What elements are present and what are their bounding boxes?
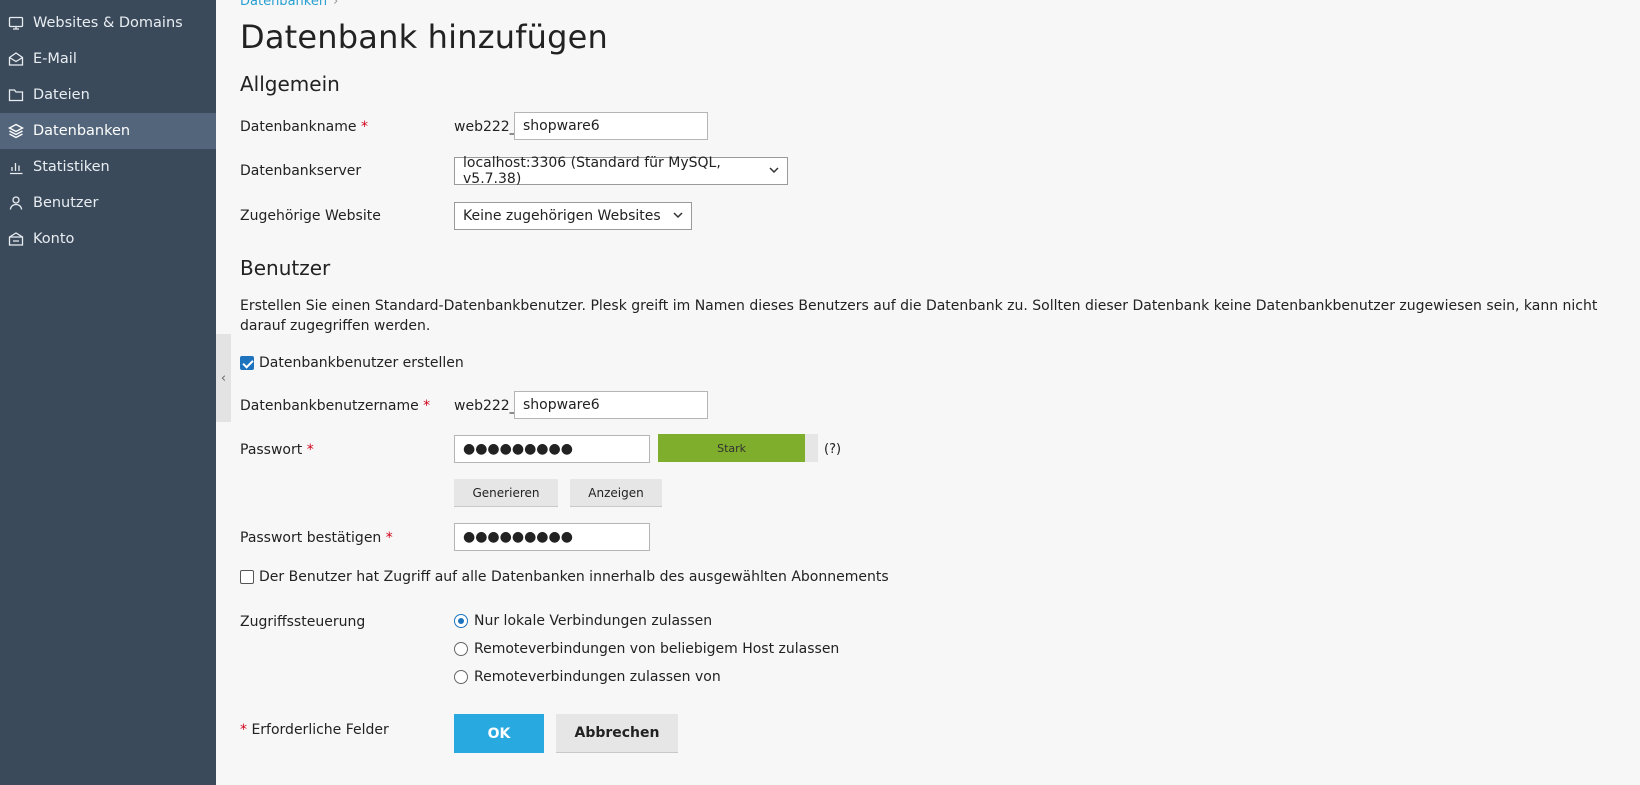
radio-remote-any-host-label[interactable]: Remoteverbindungen von beliebigem Host z… (474, 641, 839, 657)
sidebar-item-label: Benutzer (33, 195, 99, 211)
db-server-selected-value: localhost:3306 (Standard für MySQL, v5.7… (463, 155, 721, 187)
password-strength-fill: Stark (658, 434, 806, 462)
breadcrumb-separator: › (333, 0, 339, 9)
breadcrumb-link-databases[interactable]: Datenbanken (240, 0, 327, 9)
sidebar-item-databases[interactable]: Datenbanken (0, 113, 216, 149)
password-help-link[interactable]: (?) (824, 442, 841, 457)
confirm-password-input[interactable] (454, 523, 650, 551)
password-strength-label: Stark (717, 441, 747, 455)
chevron-down-icon (769, 167, 779, 174)
radio-local-only[interactable] (454, 614, 468, 628)
sidebar-item-files[interactable]: Dateien (0, 77, 216, 113)
required-mark: * (423, 398, 431, 414)
show-password-button[interactable]: Anzeigen (570, 479, 662, 507)
db-server-select[interactable]: localhost:3306 (Standard für MySQL, v5.7… (454, 155, 788, 187)
sidebar-item-users[interactable]: Benutzer (0, 185, 216, 221)
sidebar: Websites & Domains E-Mail Dateien Datenb… (0, 0, 216, 785)
section-heading-general: Allgemein (240, 72, 340, 96)
monitor-icon (8, 15, 24, 31)
ok-button[interactable]: OK (454, 714, 544, 753)
radio-remote-from[interactable] (454, 670, 468, 684)
db-name-input[interactable] (514, 112, 708, 140)
required-mark: * (360, 119, 368, 135)
mail-icon (8, 51, 24, 67)
user-description: Erstellen Sie einen Standard-Datenbankbe… (240, 298, 1598, 334)
username-prefix: web222_ (454, 398, 517, 414)
sidebar-item-statistics[interactable]: Statistiken (0, 149, 216, 185)
db-name-label: Datenbankname * (240, 119, 368, 135)
radio-local-only-label[interactable]: Nur lokale Verbindungen zulassen (474, 613, 712, 629)
password-label: Passwort * (240, 442, 314, 458)
generate-password-button[interactable]: Generieren (454, 479, 558, 507)
db-server-label: Datenbankserver (240, 163, 362, 179)
required-mark: * (385, 530, 393, 546)
folder-icon (8, 87, 24, 103)
sidebar-item-label: Websites & Domains (33, 15, 183, 31)
user-icon (8, 195, 24, 211)
db-name-prefix: web222_ (454, 119, 517, 135)
confirm-password-label: Passwort bestätigen * (240, 530, 393, 546)
username-label: Datenbankbenutzername * (240, 398, 431, 414)
sidebar-item-email[interactable]: E-Mail (0, 41, 216, 77)
bar-chart-icon (8, 159, 24, 175)
website-selected-value: Keine zugehörigen Websites (463, 208, 661, 224)
sidebar-item-label: Dateien (33, 87, 90, 103)
sidebar-item-websites-domains[interactable]: Websites & Domains (0, 5, 216, 41)
account-icon (8, 231, 24, 247)
create-user-label[interactable]: Datenbankbenutzer erstellen (259, 355, 464, 371)
breadcrumb: Datenbanken › (240, 0, 338, 9)
database-icon (8, 123, 24, 139)
sidebar-item-account[interactable]: Konto (0, 221, 216, 257)
page-title: Datenbank hinzufügen (240, 18, 609, 56)
password-input[interactable] (454, 435, 650, 463)
website-label: Zugehörige Website (240, 208, 381, 224)
all-databases-access-checkbox[interactable] (240, 570, 254, 584)
chevron-down-icon (673, 212, 683, 219)
create-user-checkbox[interactable] (240, 356, 254, 370)
all-databases-access-label[interactable]: Der Benutzer hat Zugriff auf alle Datenb… (259, 569, 889, 585)
chevron-left-icon: ‹ (220, 370, 227, 386)
sidebar-collapse-handle[interactable]: ‹ (216, 334, 231, 422)
required-fields-note: * Erforderliche Felder (240, 722, 389, 738)
sidebar-item-label: Datenbanken (33, 123, 131, 139)
website-select[interactable]: Keine zugehörigen Websites (454, 202, 692, 230)
username-input[interactable] (514, 391, 708, 419)
sidebar-item-label: E-Mail (33, 51, 77, 67)
cancel-button[interactable]: Abbrechen (556, 714, 678, 753)
radio-remote-from-label[interactable]: Remoteverbindungen zulassen von (474, 669, 721, 685)
password-strength-meter: Stark (658, 434, 818, 462)
sidebar-item-label: Konto (33, 231, 75, 247)
access-control-label: Zugriffssteuerung (240, 614, 366, 630)
radio-remote-any-host[interactable] (454, 642, 468, 656)
sidebar-item-label: Statistiken (33, 159, 110, 175)
required-mark: * (306, 442, 314, 458)
section-heading-user: Benutzer (240, 256, 331, 280)
